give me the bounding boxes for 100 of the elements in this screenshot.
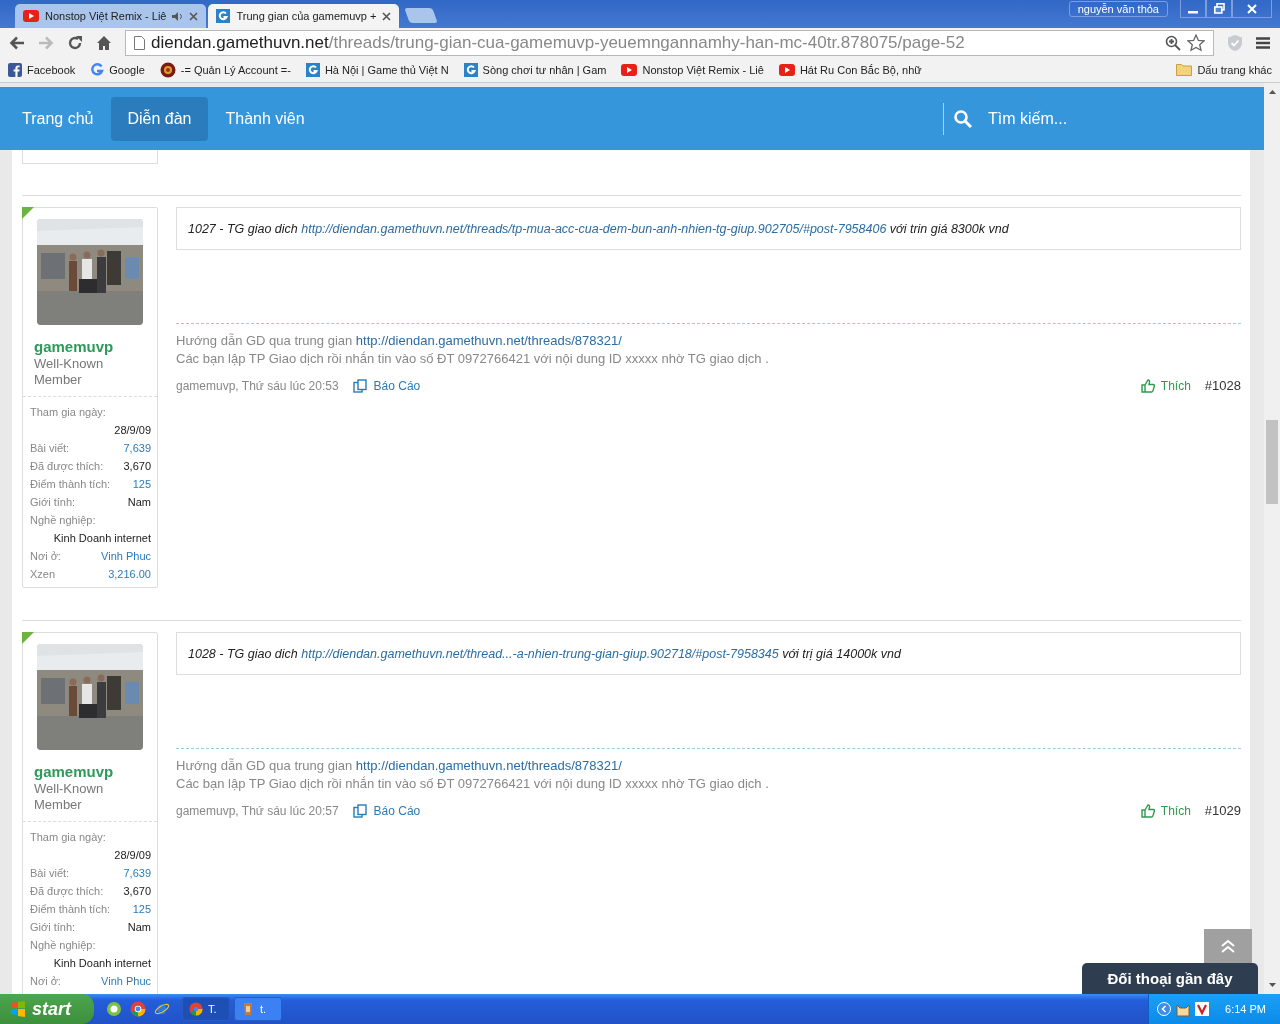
zoom-icon[interactable] xyxy=(1165,34,1181,51)
chrome-icon[interactable] xyxy=(130,1001,146,1017)
video-play-icon xyxy=(778,63,795,76)
facebook-icon xyxy=(8,62,22,77)
nav-tab[interactable]: Trang chủ xyxy=(10,97,106,140)
bookmark-item[interactable]: Hà Nội | Game thủ Việt N xyxy=(305,62,449,77)
stat-label: Nghề nghiệp: xyxy=(30,938,97,953)
signature-text: Hướng dẫn GD qua trung gian http://diendan.gamethuvn.net/threads/878321/ xyxy=(176,757,623,775)
thread-link[interactable]: http://diendan.gamethuvn.net/threads/878321/ xyxy=(355,333,622,348)
folder-icon xyxy=(1176,63,1193,76)
g-logo-icon xyxy=(216,9,231,23)
like-link[interactable]: Thích xyxy=(1140,803,1191,818)
stat-value[interactable]: Vinh Phuc xyxy=(101,547,151,565)
report-link[interactable]: Báo Cáo xyxy=(352,803,421,818)
address-field[interactable]: diendan.gamethuvn.net/threads/trung-gian-cua-gamemuvp-yeuemngannamhy-han-mc-40tr.878075/page-52 xyxy=(125,29,1214,56)
bookmark-item[interactable]: Google xyxy=(90,62,145,77)
stat-label: Xzen xyxy=(30,567,56,582)
thumbs-up-icon xyxy=(1140,378,1155,393)
stat-label: Bài viết: xyxy=(30,441,70,456)
stat-label: Đã được thích: xyxy=(30,884,104,899)
message-text: 1028 - TG giao dich http://diendan.gamethuvn.net/thread...-a-nhien-trung-gian-giup.902718/#post-7958345 với trị giá 14000k vnd xyxy=(188,646,901,661)
stat-value[interactable]: 125 xyxy=(132,900,151,918)
stat-value: 28/9/09 xyxy=(113,423,151,438)
stat-value: 3,670 xyxy=(123,459,151,474)
close-icon[interactable] xyxy=(189,11,199,21)
taskbar-button[interactable]: T. xyxy=(182,997,230,1021)
stat-label: Giới tính: xyxy=(30,495,76,510)
search-field[interactable]: Tìm kiếm... xyxy=(988,109,1188,128)
stat-label: Nơi ở: xyxy=(30,549,61,564)
stat-value[interactable]: 7,639 xyxy=(123,439,151,457)
thumbs-up-icon xyxy=(1140,803,1155,818)
search-icon xyxy=(954,109,972,128)
bookmark-item[interactable]: Nonstop Việt Remix - Liê xyxy=(621,63,764,76)
like-link[interactable]: Thích xyxy=(1140,378,1191,393)
thread-link[interactable]: http://diendan.gamethuvn.net/threads/878321/ xyxy=(355,758,622,773)
bookmark-item[interactable]: Facebook xyxy=(8,62,76,77)
bookmark-item[interactable]: -= Quản Lý Account =- xyxy=(159,61,291,78)
stat-value[interactable]: 3,216.00 xyxy=(108,565,151,583)
stat-value[interactable]: 7,639 xyxy=(123,864,151,882)
stat-label: Tham gia ngày: xyxy=(30,405,107,420)
video-play-icon xyxy=(23,10,39,22)
menu-icon[interactable] xyxy=(1256,36,1270,49)
stat-label: Điểm thành tích: xyxy=(30,902,111,917)
scroll-down-icon[interactable] xyxy=(1268,983,1276,988)
report-link[interactable]: Báo Cáo xyxy=(352,378,421,393)
star-icon[interactable] xyxy=(1187,33,1205,52)
bookmark-item[interactable]: Sòng chơi tư nhân | Gam xyxy=(463,62,607,77)
double-chevron-icon xyxy=(1220,939,1236,953)
new-tab-button[interactable] xyxy=(404,8,439,23)
username-link[interactable]: gamemuvp xyxy=(34,763,157,780)
close-icon xyxy=(1247,3,1257,14)
chrome-icon xyxy=(189,1002,203,1016)
signature-text: Hướng dẫn GD qua trung gian http://diendan.gamethuvn.net/threads/878321/ xyxy=(176,332,623,350)
username-link[interactable]: gamemuvp xyxy=(34,338,157,355)
thread-link[interactable]: http://diendan.gamethuvn.net/thread...-a-nhien-trung-gian-giup.902718/#post-7958345 xyxy=(301,646,779,661)
scrollbar-thumb[interactable] xyxy=(1266,420,1278,504)
stat-label: Tham gia ngày: xyxy=(30,830,107,845)
bookmark-item[interactable]: Hát Ru Con Bắc Bộ, nhữ xyxy=(778,63,922,76)
scroll-up-icon[interactable] xyxy=(1268,89,1276,94)
post-number[interactable]: #1029 xyxy=(1204,803,1241,818)
google-icon xyxy=(90,62,105,77)
browser-tab[interactable]: Trung gian của gamemuvp + xyxy=(208,4,400,28)
corner-marker-icon xyxy=(22,207,34,219)
stat-value[interactable]: Vinh Phuc xyxy=(101,972,151,990)
close-button[interactable] xyxy=(1232,0,1272,18)
video-play-icon xyxy=(621,63,638,76)
stat-value: Nam xyxy=(127,495,151,510)
close-icon[interactable] xyxy=(382,11,392,21)
browser-tab[interactable]: Nonstop Việt Remix - Liê xyxy=(15,4,207,28)
stat-label: Bài viết: xyxy=(30,866,70,881)
chat-tab[interactable]: Đối thoại gần đây xyxy=(1082,963,1258,994)
home-icon[interactable] xyxy=(96,34,112,51)
g-logo-icon xyxy=(463,62,478,77)
reload-icon[interactable] xyxy=(67,34,83,51)
stat-label: Nghề nghiệp: xyxy=(30,513,97,528)
start-button[interactable]: start xyxy=(0,994,94,1024)
signature-text: Các bạn lập TP Giao dịch rồi nhắn tin vào số ĐT 0972766421 với nội dung ID xxxxx nhờ TG giao dịch . xyxy=(176,775,770,793)
nav-tab[interactable]: Diễn đàn xyxy=(111,96,208,141)
minimize-button[interactable] xyxy=(1180,0,1206,18)
stat-value: 3,670 xyxy=(123,884,151,899)
back-icon[interactable] xyxy=(9,35,25,50)
nav-tab[interactable]: Thành viên xyxy=(213,97,317,140)
taskbar-button[interactable]: t. xyxy=(234,997,282,1021)
user-title: Well-Known Member xyxy=(34,781,105,813)
chevron-icon[interactable] xyxy=(1157,1002,1172,1016)
stat-value: 28/9/09 xyxy=(113,848,151,863)
stat-value: Kinh Doanh internet xyxy=(52,956,151,971)
v-shield-icon[interactable] xyxy=(1195,1002,1210,1016)
restore-icon xyxy=(1213,3,1225,14)
g-logo-icon xyxy=(305,62,320,77)
bookmark-folder[interactable]: Dấu trang khác xyxy=(1176,63,1272,76)
post-number[interactable]: #1028 xyxy=(1204,378,1241,393)
profile-button[interactable]: nguyễn văn thỏa xyxy=(1068,1,1168,17)
stat-value[interactable]: 125 xyxy=(132,475,151,493)
windows-flag-icon xyxy=(10,1001,26,1017)
restore-button[interactable] xyxy=(1206,0,1232,18)
stat-value: Kinh Doanh internet xyxy=(52,531,151,546)
minimize-icon xyxy=(1188,10,1198,14)
thread-link[interactable]: http://diendan.gamethuvn.net/threads/tp-mua-acc-cua-dem-bun-anh-nhien-tg-giup.902705/#post-7958406 xyxy=(301,221,887,236)
signature-text: Các bạn lập TP Giao dịch rồi nhắn tin vào số ĐT 0972766421 với nội dung ID xxxxx nhờ TG giao dịch . xyxy=(176,350,770,368)
